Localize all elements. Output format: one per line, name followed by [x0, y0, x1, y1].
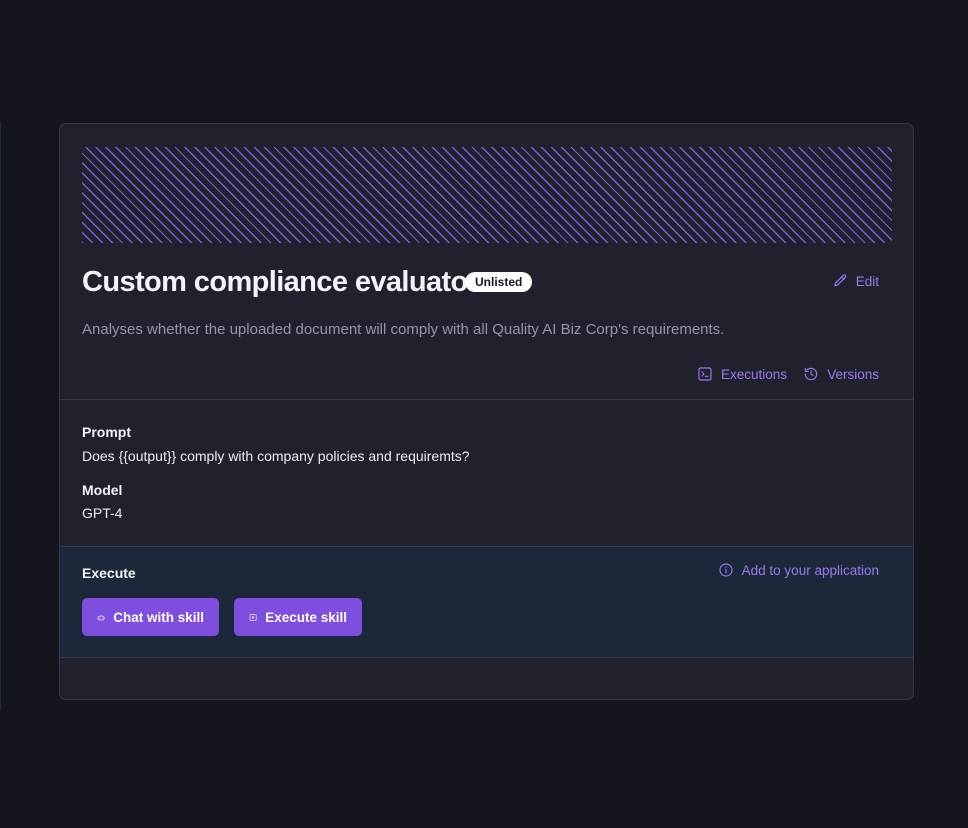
model-label: Model	[82, 482, 123, 498]
history-icon	[804, 367, 818, 381]
execute-section: Execute Add to your application Chat wit…	[60, 546, 913, 658]
execute-label: Execute	[82, 565, 136, 581]
skill-description: Analyses whether the uploaded document w…	[82, 321, 725, 338]
prompt-value: Does {{output}} comply with company poli…	[82, 448, 470, 464]
section-divider	[60, 399, 913, 400]
left-edge-divider	[0, 122, 1, 710]
versions-label: Versions	[827, 366, 879, 382]
chat-with-skill-label: Chat with skill	[113, 609, 204, 625]
prompt-label: Prompt	[82, 424, 131, 440]
edit-button[interactable]: Edit	[832, 273, 879, 289]
versions-link[interactable]: Versions	[803, 366, 879, 382]
skill-title: Custom compliance evaluator	[82, 266, 479, 298]
robot-icon	[97, 614, 105, 620]
edit-label: Edit	[855, 273, 879, 289]
skill-banner-pattern	[82, 147, 892, 243]
execute-skill-button[interactable]: Execute skill	[234, 598, 362, 636]
skill-card: Custom compliance evaluator Unlisted Edi…	[59, 123, 914, 700]
pencil-icon	[833, 274, 846, 287]
add-to-application-link[interactable]: Add to your application	[718, 562, 879, 578]
executions-link[interactable]: Executions	[697, 366, 787, 382]
visibility-badge: Unlisted	[465, 272, 533, 292]
executions-label: Executions	[721, 366, 788, 382]
execute-skill-label: Execute skill	[265, 609, 347, 625]
play-square-icon	[249, 613, 257, 621]
model-value: GPT-4	[82, 505, 123, 521]
terminal-icon	[698, 367, 712, 381]
add-to-application-label: Add to your application	[741, 562, 879, 578]
info-icon	[719, 563, 733, 577]
chat-with-skill-button[interactable]: Chat with skill	[82, 598, 219, 636]
